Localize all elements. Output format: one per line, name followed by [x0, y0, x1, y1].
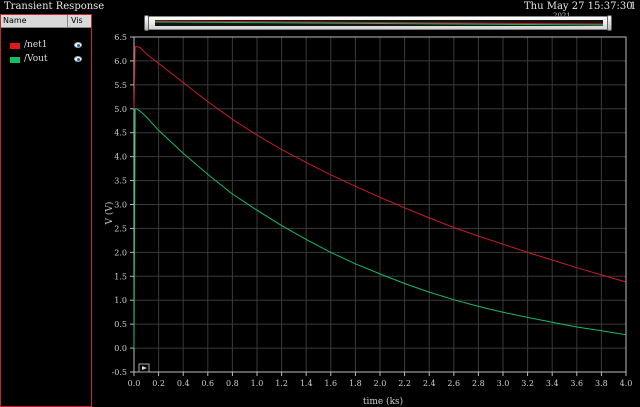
plot-ticks: 0.0 0.2 0.4 0.6 0.8 1.0 1.2 1.4 1.6 1.8 2.0 2.2 2.4 2…: [112, 33, 633, 388]
y-tick-label: 2.0: [114, 248, 127, 257]
y-tick-label: 0.0: [114, 344, 127, 353]
x-tick-label: 3.0: [497, 379, 510, 388]
y-tick-label: 4.5: [114, 129, 127, 138]
x-tick-label: 2.2: [398, 379, 411, 388]
x-tick-label: 2.8: [472, 379, 485, 388]
x-tick-label: 3.2: [521, 379, 534, 388]
x-tick-label: 0.4: [177, 379, 190, 388]
transient-plot[interactable]: 0.0 0.2 0.4 0.6 0.8 1.0 1.2 1.4 1.6 1.8 2.0 2.2 2.4 2…: [0, 0, 640, 407]
y-tick-label: 3.0: [114, 201, 127, 210]
y-tick-label: -0.5: [112, 368, 127, 377]
x-axis-label: time (ks): [363, 396, 403, 407]
x-tick-label: 1.6: [324, 379, 337, 388]
x-tick-label: 0.8: [226, 379, 239, 388]
x-tick-label: 0.6: [201, 379, 214, 388]
x-tick-label: 1.4: [300, 379, 313, 388]
y-tick-label: 4.0: [114, 153, 127, 162]
y-axis-label: V (V): [104, 202, 115, 226]
x-tick-label: 3.6: [570, 379, 583, 388]
y-tick-label: 6.5: [114, 33, 127, 42]
x-tick-label: 3.4: [546, 379, 559, 388]
y-tick-label: 3.5: [114, 177, 127, 186]
y-tick-label: 1.0: [114, 296, 127, 305]
x-tick-label: 2.6: [447, 379, 460, 388]
x-tick-label: 1.8: [349, 379, 362, 388]
play-icon[interactable]: [138, 363, 150, 373]
x-tick-label: 4.0: [620, 379, 633, 388]
x-tick-label: 0.0: [128, 379, 141, 388]
x-tick-label: 2.4: [423, 379, 436, 388]
x-tick-label: 0.2: [152, 379, 165, 388]
y-tick-label: 1.5: [114, 272, 127, 281]
y-tick-label: 5.5: [114, 81, 127, 90]
y-tick-label: 0.5: [114, 320, 127, 329]
x-tick-label: 3.8: [595, 379, 608, 388]
y-tick-label: 2.5: [114, 224, 127, 233]
x-tick-label: 1.2: [275, 379, 288, 388]
y-tick-label: 6.0: [114, 57, 127, 66]
y-tick-label: 5.0: [114, 105, 127, 114]
x-tick-label: 2.0: [374, 379, 387, 388]
x-tick-label: 1.0: [251, 379, 264, 388]
